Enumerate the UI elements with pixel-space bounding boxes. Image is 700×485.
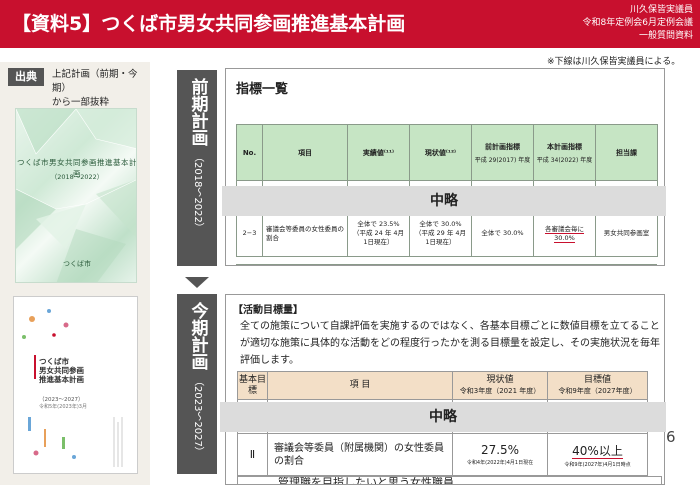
header-sublabel: 平成 29(2017) 年度 bbox=[474, 156, 531, 164]
header-label: 本計画指標 bbox=[547, 142, 582, 151]
first-period-label: 前期計画 （2018〜2022） bbox=[177, 70, 217, 266]
header-sublabel: 令和3年度（2021 年度） bbox=[459, 386, 541, 395]
table-cell: 全体で 23.5%（平成 24 年 4月1日現在） bbox=[347, 210, 410, 257]
underlined-target: 40%以上 bbox=[572, 443, 623, 459]
table-cell: Ⅱ bbox=[237, 433, 268, 476]
activity-targets-description: 全ての施策について自課評価を実施するのではなく、各基本目標ごとに数値目標を立てる… bbox=[240, 321, 660, 366]
table-cell: 27.5% 令和4年(2022年)4月1日現在 bbox=[452, 433, 548, 476]
target-value: 40%以上 bbox=[548, 442, 647, 459]
table-cell: 2−3 bbox=[236, 210, 263, 257]
source-badge: 出典 bbox=[8, 68, 44, 86]
table-header: 本計画指標平成 34(2022) 年度 bbox=[533, 124, 596, 181]
table-header: 項目 bbox=[262, 124, 348, 181]
indicators-title: 指標一覧 bbox=[236, 82, 289, 97]
header-meta: 川久保皆実議員 令和8年定例会6月定例会議 一般質問資料 bbox=[583, 4, 693, 43]
table-header: 基本目標 bbox=[237, 371, 268, 400]
header-sublabel: 令和9年度（2027年度） bbox=[558, 386, 637, 395]
page-number: 6 bbox=[666, 428, 676, 446]
header-sublabel: 平成 34(2022) 年度 bbox=[536, 156, 593, 164]
header-label: 項目 bbox=[298, 148, 312, 157]
current-value-note: 令和4年(2022年)4月1日現在 bbox=[466, 460, 534, 466]
cut-off-row: 管理職を目指したいと思う女性職員 bbox=[237, 476, 662, 484]
current-period-name: 今期計画 bbox=[187, 302, 208, 370]
header-label: 実績値⁽¹¹⁾ bbox=[362, 148, 395, 157]
header-label: 担当課 bbox=[616, 148, 637, 157]
table-header: 現状値⁽¹²⁾ bbox=[409, 124, 472, 181]
table-cell: 全体で 30.0%（平成 29 年 4月1日現在） bbox=[409, 210, 472, 257]
header-label: 現状値 bbox=[486, 374, 514, 385]
current-period-label: 今期計画 （2023〜2027） bbox=[177, 294, 217, 474]
current-value: 27.5% bbox=[480, 443, 520, 457]
arrow-down-icon bbox=[185, 277, 209, 288]
current-plan-title-line: 男女共同参画 bbox=[39, 366, 84, 375]
header-meta-line: 一般質問資料 bbox=[638, 31, 693, 41]
table-header: 前計画指標平成 29(2017) 年度 bbox=[471, 124, 534, 181]
table-row: 2−3 審議会等委員の女性委員の割合 全体で 23.5%（平成 24 年 4月1… bbox=[236, 210, 658, 257]
table-header: 目標値 令和9年度（2027年度） bbox=[547, 371, 648, 400]
target-value-note: 令和9年(2027年)4月1日時点 bbox=[564, 461, 631, 468]
omitted-banner: 中略 bbox=[220, 402, 666, 432]
underlined-target: 30.0% bbox=[554, 233, 575, 243]
header-meta-line: 川久保皆実議員 bbox=[629, 5, 693, 15]
first-period-years: （2018〜2022） bbox=[192, 152, 203, 233]
geometric-pattern-icon bbox=[16, 109, 136, 282]
header-label: 現状値⁽¹²⁾ bbox=[424, 148, 457, 157]
table-header: No. bbox=[236, 124, 263, 181]
current-plan-title-line: つくば市 bbox=[39, 357, 69, 366]
current-period-years: （2023〜2027） bbox=[192, 376, 203, 457]
table-cell: 40%以上 令和9年(2027年)4月1日時点 bbox=[547, 433, 648, 476]
table-cell: 全体で 30.0% bbox=[471, 210, 534, 257]
accent-bar bbox=[34, 355, 36, 379]
current-plan-title: つくば市 男女共同参画 推進基本計画 bbox=[39, 357, 84, 384]
source-line: 上記計画（前期・今期） bbox=[52, 69, 138, 94]
slide-title: 【資料5】つくば市男女共同参画推進基本計画 bbox=[12, 13, 406, 35]
current-plan-title-line: 推進基本計画 bbox=[39, 375, 84, 384]
activity-targets-title: 【活動目標量】 bbox=[233, 305, 303, 316]
omitted-banner: 中略 bbox=[222, 186, 666, 216]
table-header: 担当課 bbox=[595, 124, 658, 181]
table-header: 実績値⁽¹¹⁾ bbox=[347, 124, 410, 181]
table-row: Ⅱ 審議会等委員（附属機関）の女性委員の割合 27.5% 令和4年(2022年)… bbox=[237, 433, 648, 476]
previous-indicators-panel: 指標一覧 No. 項目 実績値⁽¹¹⁾ 現状値⁽¹²⁾ 前計画指標平成 29(2… bbox=[225, 68, 665, 266]
current-plan-date: 令和5年(2023年)3月 bbox=[39, 404, 87, 410]
previous-plan-cover: つくば市男女共同参画推進基本計画 （2018～2022） つくば市 bbox=[15, 108, 137, 283]
current-plan-cover: つくば市 男女共同参画 推進基本計画 （2023～2027） 令和5年(2023… bbox=[13, 296, 138, 474]
table-header-row: No. 項目 実績値⁽¹¹⁾ 現状値⁽¹²⁾ 前計画指標平成 29(2017) … bbox=[236, 124, 658, 181]
header-bar: 【資料5】つくば市男女共同参画推進基本計画 川久保皆実議員 令和8年定例会6月定… bbox=[0, 0, 700, 48]
current-plan-period: （2023～2027） bbox=[39, 397, 84, 403]
header-meta-line: 令和8年定例会6月定例会議 bbox=[582, 18, 693, 28]
table-cut-line bbox=[236, 264, 657, 265]
activity-targets-panel: 【活動目標量】 全ての施策について自課評価を実施するのではなく、各基本目標ごとに… bbox=[225, 294, 665, 485]
header-label: 前計画指標 bbox=[485, 142, 520, 151]
header-label: 目標値 bbox=[583, 374, 611, 385]
table-header-row: 基本目標 項 目 現状値 令和3年度（2021 年度） 目標値 令和9年度（2027… bbox=[237, 371, 648, 400]
previous-plan-publisher: つくば市 bbox=[63, 260, 91, 268]
table-cell: 審議会等委員（附属機関）の女性委員の割合 bbox=[267, 433, 453, 476]
underline-note: ※下線は川久保皆実議員による。 bbox=[547, 57, 681, 67]
first-period-name: 前期計画 bbox=[187, 78, 208, 146]
table-header: 現状値 令和3年度（2021 年度） bbox=[452, 371, 548, 400]
table-header: 項 目 bbox=[267, 371, 453, 400]
underlined-target: 各審議会毎に bbox=[545, 224, 584, 234]
table-cell: 各審議会毎に 30.0% bbox=[533, 210, 596, 257]
table-cell: 審議会等委員の女性委員の割合 bbox=[262, 210, 348, 257]
previous-plan-period: （2018～2022） bbox=[50, 173, 104, 181]
table-cell: 男女共同参画室 bbox=[595, 210, 658, 257]
illustration-icon bbox=[22, 309, 123, 467]
header-label: No. bbox=[242, 148, 257, 157]
source-text: 上記計画（前期・今期） から一部抜粋 bbox=[52, 68, 150, 110]
